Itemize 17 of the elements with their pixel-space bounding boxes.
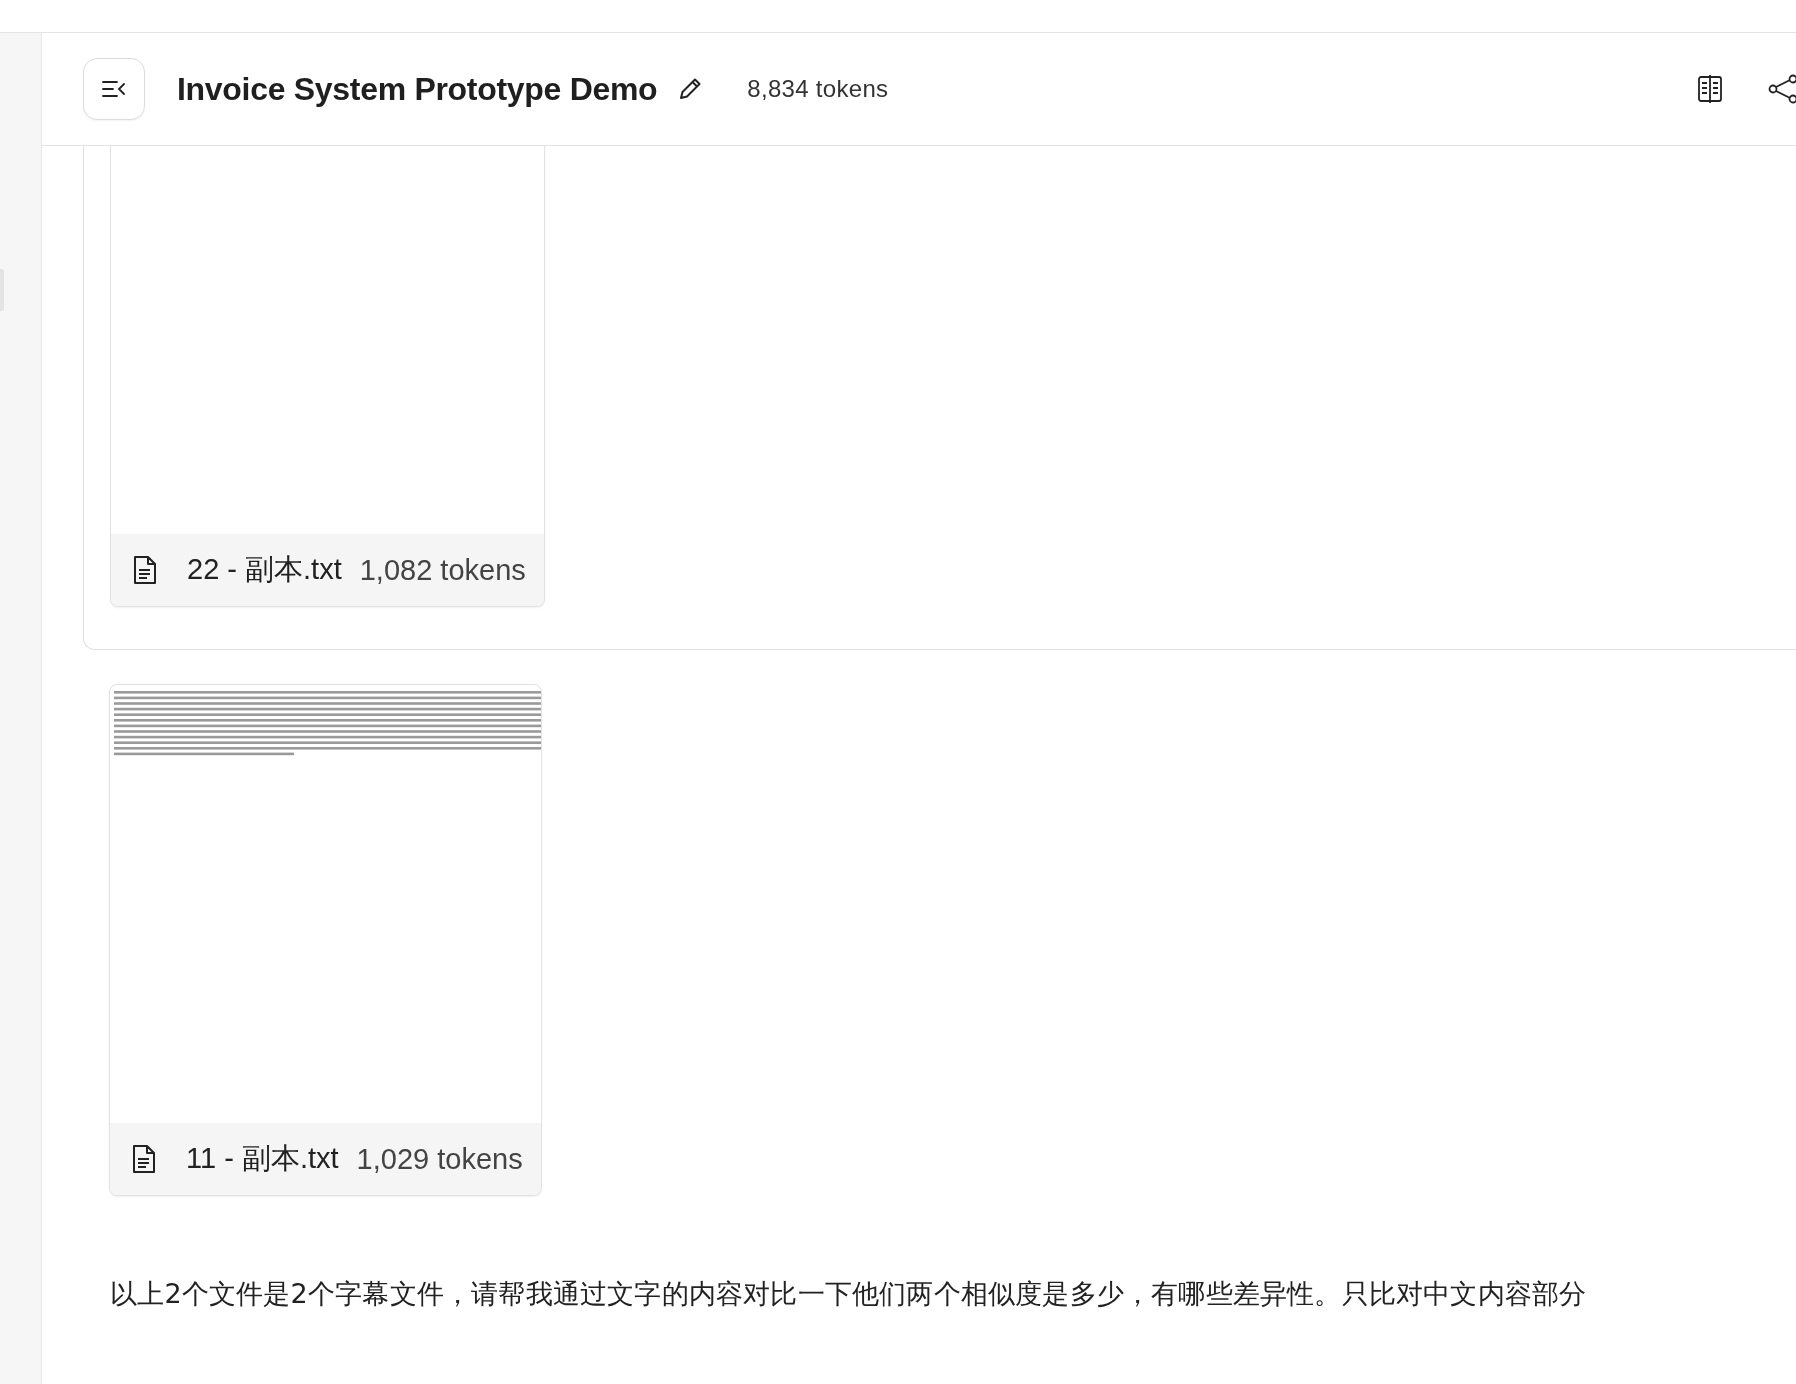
book-icon[interactable] xyxy=(1697,74,1723,104)
file-card[interactable]: 22 - 副本.txt 1,082 tokens xyxy=(110,146,545,607)
conversation-title: Invoice System Prototype Demo xyxy=(177,70,658,108)
token-count: 8,834 tokens xyxy=(747,75,889,103)
file-footer[interactable]: 11 - 副本.txt 1,029 tokens xyxy=(110,1123,541,1195)
file-footer[interactable]: 22 - 副本.txt 1,082 tokens xyxy=(111,534,544,606)
document-icon xyxy=(132,1144,156,1174)
sidebar-toggle-button[interactable] xyxy=(83,58,145,120)
file-name: 11 - 副本.txt xyxy=(186,1141,339,1176)
file-token-count: 1,082 tokens xyxy=(359,553,526,587)
file-card[interactable]: 11 - 副本.txt 1,029 tokens xyxy=(109,684,542,1196)
file-name: 22 - 副本.txt xyxy=(187,552,342,587)
file-token-count: 1,029 tokens xyxy=(356,1142,523,1176)
menu-collapse-icon xyxy=(101,79,127,99)
share-icon[interactable] xyxy=(1767,74,1796,104)
document-icon xyxy=(133,555,157,585)
message-text: 以上2个文件是2个字幕文件，请帮我通过文字的内容对比一下他们两个相似度是多少，有哪些差异性。只比对中文内容部分 xyxy=(110,1278,1587,1309)
